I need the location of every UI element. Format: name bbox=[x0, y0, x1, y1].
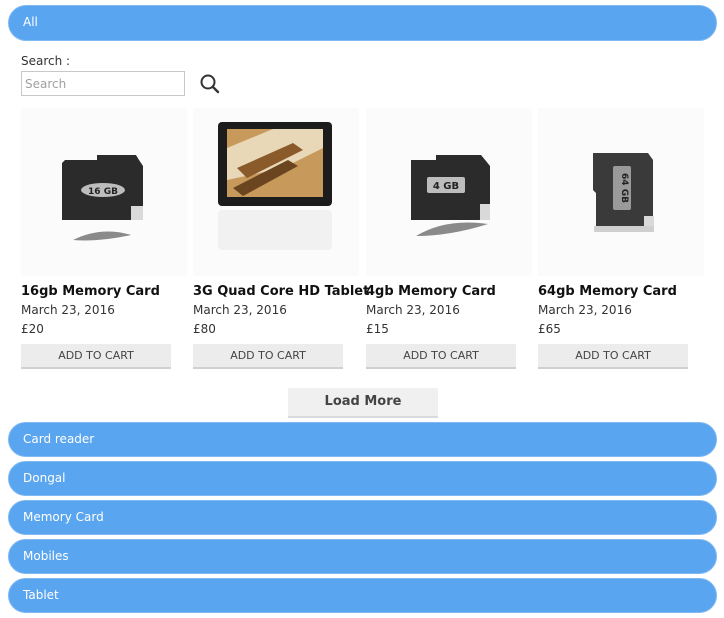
product-card: 64 GB 64gb Memory Card March 23, 2016 £6… bbox=[538, 108, 704, 369]
product-price: £15 bbox=[366, 322, 389, 336]
product-date: March 23, 2016 bbox=[538, 303, 632, 317]
card-label: 64 GB bbox=[619, 173, 629, 203]
product-name[interactable]: 16gb Memory Card bbox=[21, 284, 187, 299]
product-name[interactable]: 4gb Memory Card bbox=[366, 284, 532, 299]
category-memory-card[interactable]: Memory Card bbox=[8, 500, 717, 535]
search-input[interactable] bbox=[21, 71, 185, 96]
add-to-cart-button[interactable]: ADD TO CART bbox=[193, 344, 343, 369]
category-all[interactable]: All bbox=[8, 5, 717, 41]
product-image[interactable]: 64 GB bbox=[538, 108, 704, 276]
product-card: 16 GB 16gb Memory Card March 23, 2016 £2… bbox=[21, 108, 187, 369]
product-date: March 23, 2016 bbox=[193, 303, 287, 317]
add-to-cart-button[interactable]: ADD TO CART bbox=[21, 344, 171, 369]
product-price: £20 bbox=[21, 322, 44, 336]
search-label: Search : bbox=[21, 54, 71, 68]
product-name[interactable]: 64gb Memory Card bbox=[538, 284, 704, 299]
product-image[interactable]: 4 GB bbox=[366, 108, 532, 276]
product-image[interactable] bbox=[193, 108, 359, 276]
search-icon[interactable] bbox=[199, 73, 221, 95]
load-more-button[interactable]: Load More bbox=[288, 388, 438, 418]
category-card-reader[interactable]: Card reader bbox=[8, 422, 717, 457]
category-dongal[interactable]: Dongal bbox=[8, 461, 717, 496]
category-tablet[interactable]: Tablet bbox=[8, 578, 717, 613]
add-to-cart-button[interactable]: ADD TO CART bbox=[366, 344, 516, 369]
product-price: £80 bbox=[193, 322, 216, 336]
card-label: 4 GB bbox=[433, 181, 459, 192]
product-price: £65 bbox=[538, 322, 561, 336]
add-to-cart-button[interactable]: ADD TO CART bbox=[538, 344, 688, 369]
product-date: March 23, 2016 bbox=[366, 303, 460, 317]
product-name[interactable]: 3G Quad Core HD Tablet bbox=[193, 284, 369, 299]
product-image[interactable]: 16 GB bbox=[21, 108, 187, 276]
product-date: March 23, 2016 bbox=[21, 303, 115, 317]
category-mobiles[interactable]: Mobiles bbox=[8, 539, 717, 574]
product-card: 3G Quad Core HD Tablet March 23, 2016 £8… bbox=[193, 108, 369, 369]
product-card: 4 GB 4gb Memory Card March 23, 2016 £15 … bbox=[366, 108, 532, 369]
card-label: 16 GB bbox=[88, 187, 118, 197]
